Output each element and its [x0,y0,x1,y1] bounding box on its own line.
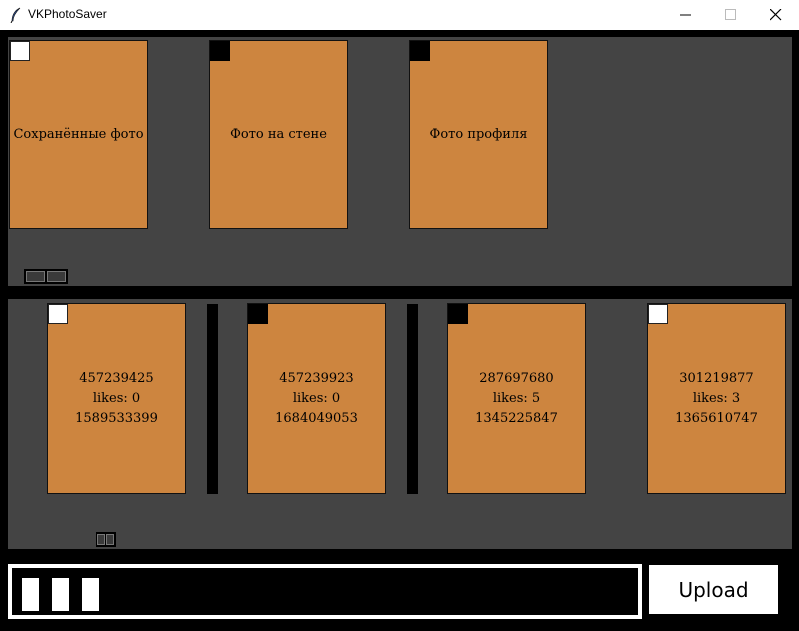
photo-card[interactable]: 301219877 likes: 3 1365610747 [647,303,786,494]
maximize-button[interactable] [708,0,754,30]
photo-date: 1684049053 [275,410,358,426]
photo-card[interactable]: 287697680 likes: 5 1345225847 [447,303,586,494]
photo-date: 1365610747 [675,410,758,426]
photo-checkbox[interactable] [48,304,68,324]
photo-card[interactable]: 457239923 likes: 0 1684049053 [247,303,386,494]
progress-block [52,578,69,611]
scroll-left-arrow[interactable] [26,271,45,282]
upload-progress-bar [8,564,642,619]
photo-date: 1345225847 [475,410,558,426]
title-bar: VKPhotoSaver [0,0,799,30]
albums-scrollbar[interactable] [24,269,68,284]
upload-button[interactable]: Upload [649,565,778,614]
photo-checkbox[interactable] [648,304,668,324]
photo-date: 1589533399 [75,410,158,426]
close-button[interactable] [753,0,799,30]
progress-track [12,568,638,615]
scroll-right-arrow[interactable] [47,271,66,282]
album-card[interactable]: Сохранённые фото [9,40,148,229]
photo-id: 301219877 [679,370,754,386]
album-card[interactable]: Фото профиля [409,40,548,229]
photo-checkbox[interactable] [248,304,268,324]
album-checkbox[interactable] [410,41,430,61]
photo-likes: likes: 3 [692,390,741,406]
photo-card[interactable]: 457239425 likes: 0 1589533399 [47,303,186,494]
scroll-right-arrow[interactable] [106,534,114,545]
photo-likes: likes: 0 [292,390,341,406]
photo-id: 287697680 [479,370,554,386]
window-title: VKPhotoSaver [28,7,107,21]
minimize-button[interactable] [663,0,709,30]
album-label: Фото на стене [230,127,327,142]
minimize-icon [680,14,691,16]
album-checkbox[interactable] [210,41,230,61]
feather-icon [10,7,21,23]
album-label: Сохранённые фото [13,127,144,142]
maximize-icon [725,9,736,20]
photo-checkbox[interactable] [448,304,468,324]
photo-likes: likes: 0 [92,390,141,406]
album-checkbox[interactable] [10,41,30,61]
photo-id: 457239923 [279,370,354,386]
album-card[interactable]: Фото на стене [209,40,348,229]
progress-block [82,578,99,611]
album-label: Фото профиля [429,127,528,142]
photo-likes: likes: 5 [492,390,541,406]
photo-id: 457239425 [79,370,154,386]
photo-divider [207,304,218,494]
progress-block [22,578,39,611]
photo-divider [407,304,418,494]
scroll-left-arrow[interactable] [97,534,105,545]
photos-scrollbar[interactable] [96,532,116,547]
close-icon [770,9,782,21]
